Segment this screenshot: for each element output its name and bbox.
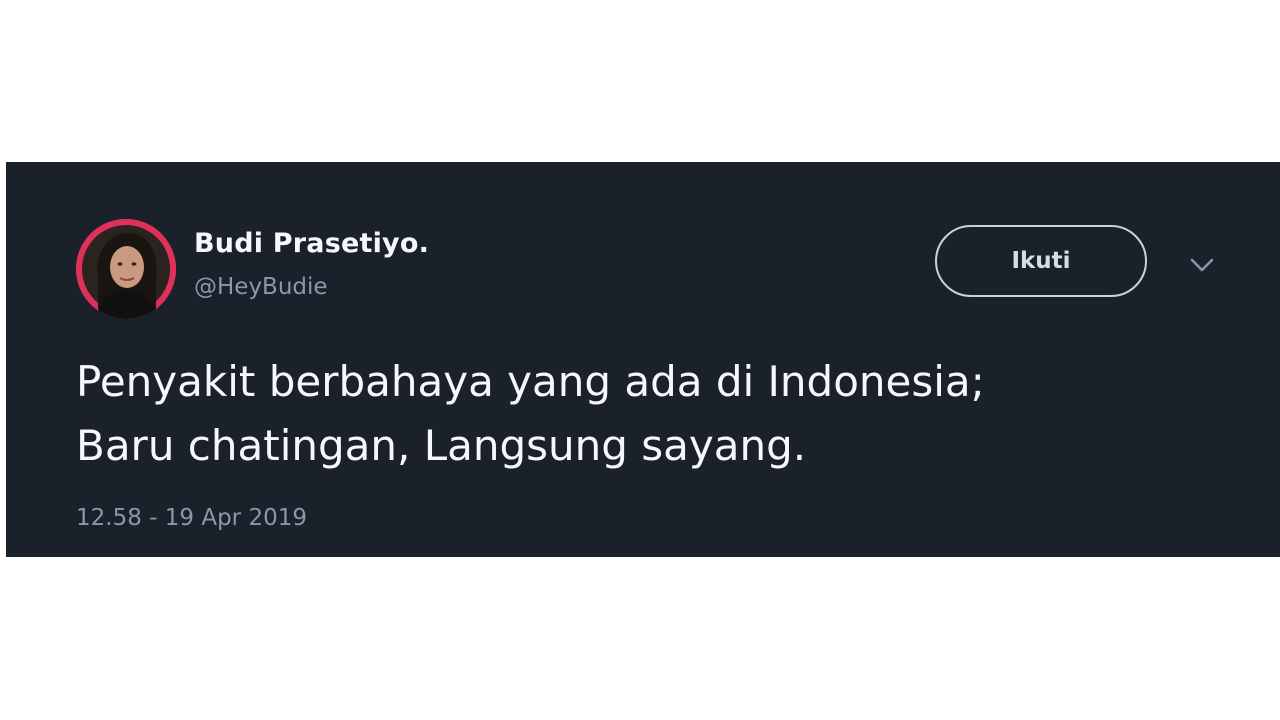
page: Budi Prasetiyo. @HeyBudie Ikuti Penyakit…	[0, 0, 1280, 720]
author-display-name[interactable]: Budi Prasetiyo.	[194, 228, 429, 259]
tweet-text-line: Penyakit berbahaya yang ada di Indonesia…	[76, 357, 985, 406]
profile-photo-icon	[76, 219, 176, 319]
chevron-down-icon[interactable]	[1187, 255, 1217, 275]
author-handle[interactable]: @HeyBudie	[194, 274, 328, 300]
follow-button-label: Ikuti	[1011, 248, 1071, 274]
tweet-text: Penyakit berbahaya yang ada di Indonesia…	[76, 350, 1226, 478]
tweet-text-line: Baru chatingan, Langsung sayang.	[76, 421, 807, 470]
follow-button[interactable]: Ikuti	[935, 225, 1147, 297]
tweet-card: Budi Prasetiyo. @HeyBudie Ikuti Penyakit…	[6, 162, 1280, 557]
tweet-timestamp[interactable]: 12.58 - 19 Apr 2019	[76, 505, 307, 531]
avatar[interactable]	[76, 219, 176, 319]
